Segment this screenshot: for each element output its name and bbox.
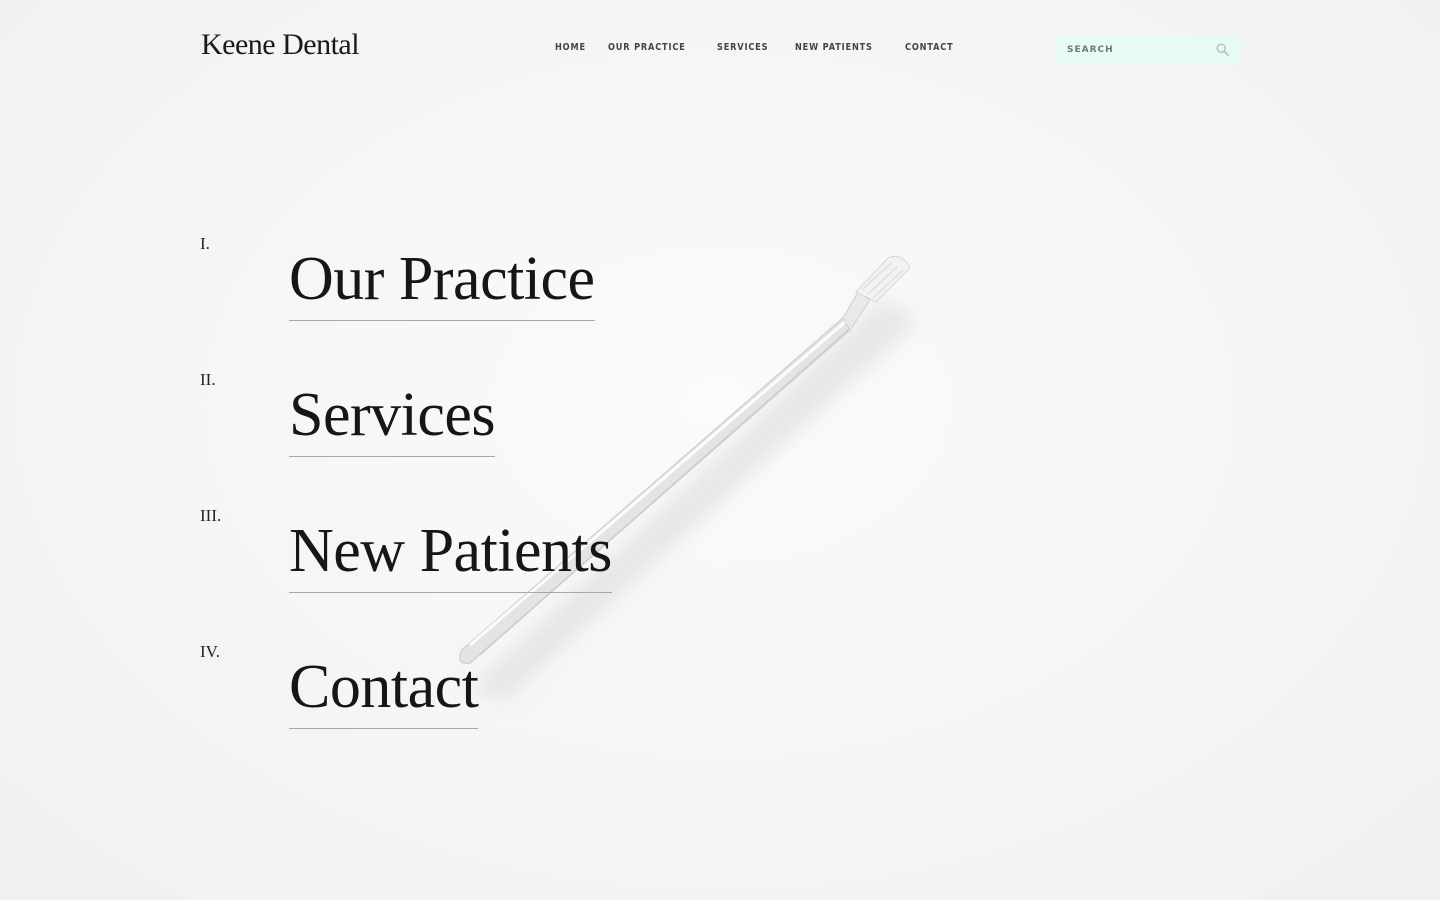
menu-numeral: I. — [200, 234, 210, 253]
nav-services[interactable]: SERVICES — [717, 42, 768, 53]
search-input[interactable] — [1056, 35, 1206, 64]
main-nav: HOME OUR PRACTICE SERVICES NEW PATIENTS … — [555, 42, 979, 53]
site-logo[interactable]: Keene Dental — [201, 28, 360, 62]
search-icon[interactable] — [1216, 43, 1229, 56]
menu-numeral: II. — [200, 370, 216, 389]
nav-new-patients[interactable]: NEW PATIENTS — [795, 42, 873, 53]
hero-background — [0, 0, 1440, 900]
menu-link-our-practice[interactable]: Our Practice — [289, 238, 595, 321]
nav-contact[interactable]: CONTACT — [905, 42, 954, 53]
menu-link-services[interactable]: Services — [289, 374, 496, 457]
menu-link-new-patients[interactable]: New Patients — [289, 510, 612, 593]
search-box — [1056, 35, 1242, 64]
nav-home[interactable]: HOME — [555, 42, 586, 53]
menu-numeral: IV. — [200, 642, 220, 661]
menu-numeral: III. — [200, 506, 222, 525]
nav-our-practice[interactable]: OUR PRACTICE — [608, 42, 686, 53]
site-header: Keene Dental HOME OUR PRACTICE SERVICES … — [0, 0, 1440, 100]
menu-link-contact[interactable]: Contact — [289, 646, 479, 729]
